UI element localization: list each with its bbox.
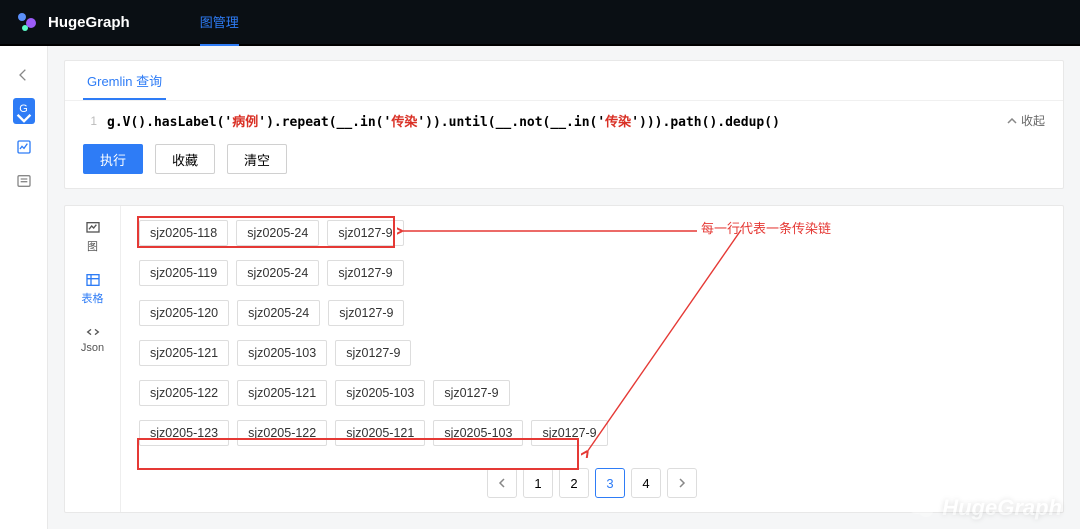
node-chip[interactable]: sjz0127-9 <box>531 420 607 446</box>
collapse-toggle[interactable]: 收起 <box>1007 112 1045 129</box>
node-chip[interactable]: sjz0205-121 <box>139 340 229 366</box>
node-chip[interactable]: sjz0127-9 <box>328 300 404 326</box>
result-body: 每一行代表一条传染链 sjz0205-118sjz0205-24sjz0127-… <box>121 206 1063 512</box>
node-chip[interactable]: sjz0205-24 <box>237 300 320 326</box>
node-chip[interactable]: sjz0205-121 <box>237 380 327 406</box>
node-chip[interactable]: sjz0127-9 <box>327 260 403 286</box>
wechat-icon <box>908 497 934 519</box>
node-chip[interactable]: sjz0205-119 <box>139 260 228 286</box>
page-2[interactable]: 2 <box>559 468 589 498</box>
gremlin-code-input[interactable]: g.V().hasLabel('病例').repeat(__.in('传染'))… <box>107 111 997 130</box>
result-card: 图 表格 Json 每一行代表一条传染链 sjz0205-118sjz020 <box>64 205 1064 513</box>
node-chip[interactable]: sjz0205-24 <box>236 260 319 286</box>
logo-icon <box>18 11 40 33</box>
brand-name: HugeGraph <box>48 14 130 31</box>
tab-graph-mgmt[interactable]: 图管理 <box>200 0 239 46</box>
page-prev[interactable] <box>487 468 517 498</box>
chevron-down-icon[interactable] <box>13 112 35 124</box>
page-1[interactable]: 1 <box>523 468 553 498</box>
watermark: HugeGraph <box>908 495 1062 521</box>
top-bar: HugeGraph 图管理 <box>0 0 1080 46</box>
code-icon <box>85 324 101 340</box>
line-number: 1 <box>83 114 97 128</box>
clear-button[interactable]: 清空 <box>227 144 287 174</box>
chain-row: sjz0205-120 sjz0205-24 sjz0127-9 <box>139 300 1045 326</box>
pagination: 1234 <box>139 460 1045 498</box>
chain-row: sjz0205-122 sjz0205-121 sjz0205-103 sjz0127… <box>139 380 1045 406</box>
view-tab-json[interactable]: Json <box>81 324 104 354</box>
node-chip[interactable]: sjz0205-120 <box>139 300 229 326</box>
logo: HugeGraph <box>18 11 130 33</box>
node-chip[interactable]: sjz0205-103 <box>237 340 327 366</box>
node-chip[interactable]: sjz0205-103 <box>335 380 425 406</box>
list-icon[interactable] <box>13 170 35 192</box>
view-tab-graph[interactable]: 图 <box>85 220 101 254</box>
view-tab-table[interactable]: 表格 <box>82 272 104 306</box>
chain-row: sjz0205-121 sjz0205-103 sjz0127-9 <box>139 340 1045 366</box>
top-tabs: 图管理 <box>200 0 239 46</box>
query-card: Gremlin 查询 1 g.V().hasLabel('病例').repeat… <box>64 60 1064 189</box>
page-3[interactable]: 3 <box>595 468 625 498</box>
node-chip[interactable]: sjz0205-118 <box>139 220 228 246</box>
node-chip[interactable]: sjz0205-121 <box>335 420 425 446</box>
node-chip[interactable]: sjz0205-122 <box>139 380 229 406</box>
node-chip[interactable]: sjz0205-122 <box>237 420 327 446</box>
node-chip[interactable]: sjz0127-9 <box>335 340 411 366</box>
table-icon <box>85 272 101 288</box>
chain-row: sjz0205-119 sjz0205-24 sjz0127-9 <box>139 260 1045 286</box>
node-chip[interactable]: sjz0205-103 <box>433 420 523 446</box>
chain-row: sjz0205-118 sjz0205-24 sjz0127-9 <box>139 220 1045 246</box>
view-tabs: 图 表格 Json <box>65 206 121 512</box>
node-chip[interactable]: sjz0127-9 <box>433 380 509 406</box>
page-next[interactable] <box>667 468 697 498</box>
node-chip[interactable]: sjz0205-24 <box>236 220 319 246</box>
chain-row: sjz0205-123 sjz0205-122 sjz0205-121 sjz0205… <box>139 420 1045 446</box>
favorite-button[interactable]: 收藏 <box>155 144 215 174</box>
node-chip[interactable]: sjz0127-9 <box>327 220 403 246</box>
graph-icon <box>85 220 101 236</box>
node-chip[interactable]: sjz0205-123 <box>139 420 229 446</box>
tab-gremlin-query[interactable]: Gremlin 查询 <box>83 71 166 100</box>
back-icon[interactable] <box>13 64 35 86</box>
chevron-up-icon <box>1007 118 1017 124</box>
left-nav: G <box>0 46 48 529</box>
page-4[interactable]: 4 <box>631 468 661 498</box>
run-button[interactable]: 执行 <box>83 144 143 174</box>
analysis-icon[interactable] <box>13 136 35 158</box>
